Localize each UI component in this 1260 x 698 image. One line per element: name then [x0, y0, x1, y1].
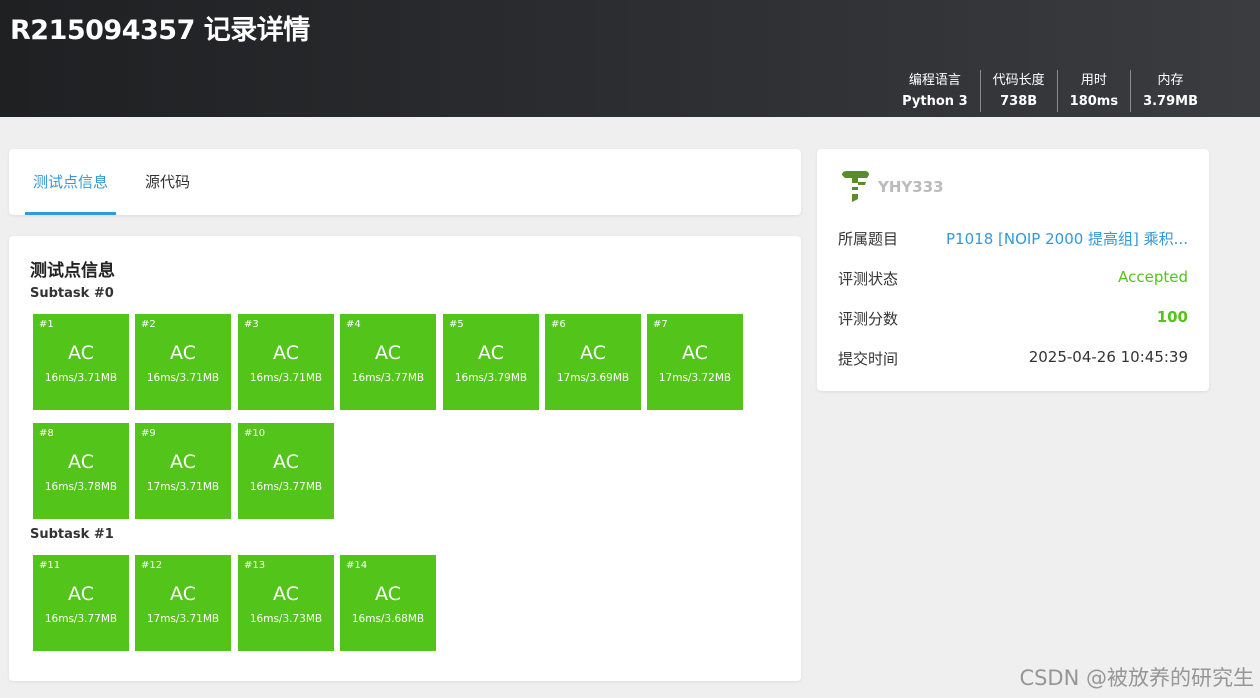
testcase-tile[interactable]: #9 AC 17ms/3.71MB [135, 423, 231, 519]
testcase-number: #12 [141, 560, 163, 571]
stat-code-length-value: 738B [1000, 94, 1038, 109]
testcase-number: #11 [39, 560, 61, 571]
info-label: 评测状态 [838, 270, 899, 288]
testcase-tile[interactable]: #6 AC 17ms/3.69MB [545, 314, 641, 410]
stat-memory-label: 内存 [1157, 73, 1184, 88]
testcase-detail: 16ms/3.71MB [146, 372, 220, 384]
testcase-number: #9 [141, 428, 156, 439]
testcase-status: AC [273, 342, 299, 364]
stat-time-label: 用时 [1080, 73, 1107, 88]
record-header: R215094357 记录详情 编程语言 Python 3 代码长度 738B … [0, 0, 1260, 117]
testcase-status: AC [170, 583, 196, 605]
testcase-tile[interactable]: #14 AC 16ms/3.68MB [340, 555, 436, 651]
info-label: 提交时间 [838, 350, 899, 368]
stat-code-length-label: 代码长度 [992, 73, 1045, 88]
judge-score: 100 [1156, 308, 1188, 326]
testcase-detail: 16ms/3.68MB [351, 613, 425, 625]
testcase-number: #4 [346, 319, 361, 330]
page-title: R215094357 记录详情 [10, 15, 310, 46]
testcase-tile[interactable]: #12 AC 17ms/3.71MB [135, 555, 231, 651]
testcase-detail: 17ms/3.69MB [556, 372, 630, 384]
testcase-status: AC [375, 583, 401, 605]
testcase-status: AC [170, 451, 196, 473]
stat-time: 用时 180ms [1056, 70, 1130, 112]
testcase-tile[interactable]: #13 AC 16ms/3.73MB [238, 555, 334, 651]
record-stats: 编程语言 Python 3 代码长度 738B 用时 180ms 内存 3.79… [890, 70, 1210, 112]
stat-language-value: Python 3 [902, 94, 968, 109]
testcase-tile[interactable]: #3 AC 16ms/3.71MB [238, 314, 334, 410]
stat-code-length: 代码长度 738B [979, 70, 1057, 112]
testcase-number: #14 [346, 560, 368, 571]
testcase-number: #2 [141, 319, 156, 330]
testcase-number: #1 [39, 319, 54, 330]
testcase-status: AC [682, 342, 708, 364]
testcase-detail: 16ms/3.79MB [454, 372, 528, 384]
testcases-card: 测试点信息 Subtask #0 #1 AC 16ms/3.71MB #2 AC… [9, 236, 801, 681]
testcase-detail: 16ms/3.77MB [44, 613, 118, 625]
testcase-number: #7 [653, 319, 668, 330]
testcase-number: #13 [244, 560, 266, 571]
info-label: 评测分数 [838, 310, 899, 328]
testcase-detail: 16ms/3.71MB [44, 372, 118, 384]
testcase-detail: 16ms/3.73MB [249, 613, 323, 625]
info-label: 所属题目 [838, 230, 899, 248]
testcase-status: AC [170, 342, 196, 364]
testcase-detail: 16ms/3.77MB [249, 481, 323, 493]
testcase-number: #3 [244, 319, 259, 330]
testcase-status: AC [273, 583, 299, 605]
subtask-title: Subtask #0 [30, 286, 114, 301]
testcase-detail: 17ms/3.72MB [658, 372, 732, 384]
testcase-tile[interactable]: #1 AC 16ms/3.71MB [33, 314, 129, 410]
testcase-detail: 16ms/3.78MB [44, 481, 118, 493]
user-badge-icon[interactable] [839, 169, 871, 203]
stat-language-label: 编程语言 [908, 73, 961, 88]
testcase-detail: 17ms/3.71MB [146, 613, 220, 625]
testcase-tile[interactable]: #2 AC 16ms/3.71MB [135, 314, 231, 410]
watermark: CSDN @被放养的研究生 [1019, 666, 1254, 690]
tabs-card: 测试点信息 源代码 [9, 149, 801, 215]
tab-testcases[interactable]: 测试点信息 [24, 149, 117, 215]
tab-source-code[interactable]: 源代码 [145, 149, 190, 215]
testcase-tile[interactable]: #7 AC 17ms/3.72MB [647, 314, 743, 410]
testcase-tile[interactable]: #8 AC 16ms/3.78MB [33, 423, 129, 519]
testcase-status: AC [68, 451, 94, 473]
testcase-status: AC [68, 342, 94, 364]
info-row-submit-time: 提交时间 2025-04-26 10:45:39 [838, 348, 1188, 372]
testcase-status: AC [580, 342, 606, 364]
username-link[interactable]: YHY333 [878, 178, 944, 196]
testcase-number: #8 [39, 428, 54, 439]
testcase-status: AC [273, 451, 299, 473]
testcase-status: AC [68, 583, 94, 605]
testcase-tile[interactable]: #5 AC 16ms/3.79MB [443, 314, 539, 410]
info-row-score: 评测分数 100 [838, 308, 1188, 332]
stat-memory-value: 3.79MB [1143, 94, 1198, 109]
stat-memory: 内存 3.79MB [1130, 70, 1210, 112]
testcase-detail: 16ms/3.71MB [249, 372, 323, 384]
info-row-status: 评测状态 Accepted [838, 268, 1188, 292]
stat-language: 编程语言 Python 3 [890, 70, 979, 112]
testcase-number: #6 [551, 319, 566, 330]
problem-link[interactable]: P1018 [NOIP 2000 提高组] 乘积... [946, 228, 1188, 249]
testcase-tile[interactable]: #4 AC 16ms/3.77MB [340, 314, 436, 410]
testcase-tile[interactable]: #11 AC 16ms/3.77MB [33, 555, 129, 651]
testcase-number: #5 [449, 319, 464, 330]
submit-time: 2025-04-26 10:45:39 [1028, 348, 1188, 366]
record-info-card: YHY333 所属题目 P1018 [NOIP 2000 提高组] 乘积... … [817, 149, 1209, 391]
testcase-tile[interactable]: #10 AC 16ms/3.77MB [238, 423, 334, 519]
stat-time-value: 180ms [1069, 94, 1119, 109]
testcase-detail: 17ms/3.71MB [146, 481, 220, 493]
subtask-title: Subtask #1 [30, 527, 114, 542]
testcases-title: 测试点信息 [30, 261, 115, 281]
info-row-problem: 所属题目 P1018 [NOIP 2000 提高组] 乘积... [838, 228, 1188, 252]
testcase-number: #10 [244, 428, 266, 439]
testcase-status: AC [478, 342, 504, 364]
testcase-detail: 16ms/3.77MB [351, 372, 425, 384]
judge-status: Accepted [1118, 268, 1188, 286]
testcase-status: AC [375, 342, 401, 364]
